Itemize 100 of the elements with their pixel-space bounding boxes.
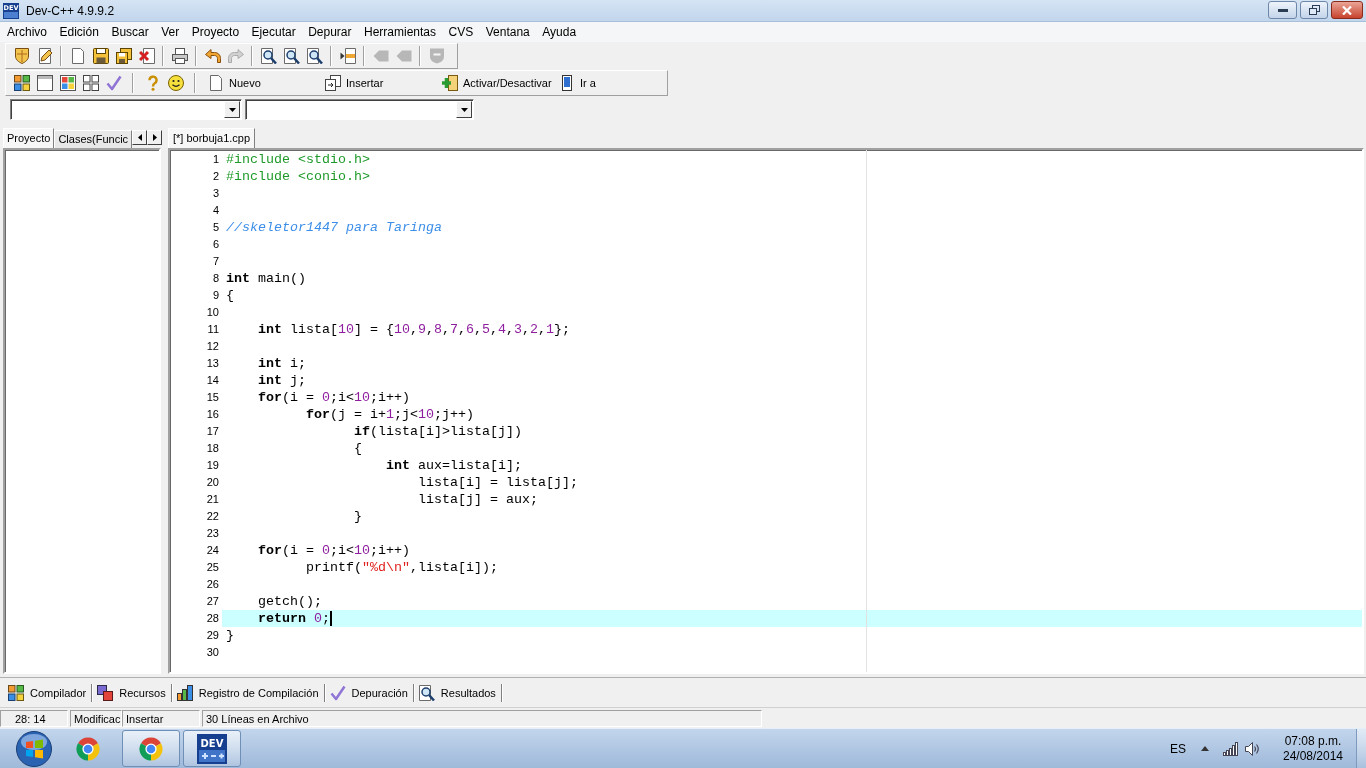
stacked-pages-icon bbox=[325, 75, 341, 91]
line-number: 23 bbox=[205, 526, 220, 541]
menu-item[interactable]: Ejecutar bbox=[245, 23, 303, 41]
cursor-position: 28: 14 bbox=[0, 709, 68, 727]
line-number: 16 bbox=[205, 407, 220, 422]
output-tab[interactable]: Registro de Compilación bbox=[172, 682, 324, 703]
language-indicator[interactable]: ES bbox=[1170, 741, 1186, 756]
menu-item[interactable]: Edición bbox=[53, 23, 106, 41]
page-pencil-icon[interactable] bbox=[36, 48, 53, 64]
menu-item[interactable]: Proyecto bbox=[185, 23, 246, 41]
code-line: if(lista[i]>lista[j]) bbox=[354, 423, 522, 440]
close-button[interactable] bbox=[1331, 1, 1363, 19]
toolbar-button[interactable]: Nuevo bbox=[203, 72, 320, 94]
output-tab[interactable]: Resultados bbox=[414, 682, 501, 703]
menu-item[interactable]: Archivo bbox=[1, 23, 54, 41]
code-line: for(i = 0;i<10;i++) bbox=[258, 389, 410, 406]
line-number: 19 bbox=[205, 458, 220, 473]
framed-squares-icon[interactable] bbox=[59, 75, 76, 91]
browser-icon[interactable] bbox=[76, 736, 100, 761]
panel-tab[interactable]: Proyecto bbox=[3, 128, 55, 148]
output-tab[interactable]: Recursos bbox=[93, 682, 171, 703]
dropdown-arrow-button[interactable] bbox=[456, 101, 472, 118]
line-number: 27 bbox=[205, 594, 220, 609]
app-icon: DEV bbox=[197, 733, 227, 764]
bar-chart-icon bbox=[176, 684, 193, 701]
code-line: int j; bbox=[258, 372, 306, 389]
code-line: int lista[10] = {10,9,8,7,6,5,4,3,2,1}; bbox=[258, 321, 570, 338]
line-number: 29 bbox=[205, 628, 220, 643]
shield-icon[interactable] bbox=[13, 48, 30, 64]
speaker-icon[interactable] bbox=[1245, 741, 1259, 756]
start-orb-icon[interactable] bbox=[16, 730, 52, 767]
menu-item[interactable]: Ayuda bbox=[536, 23, 583, 41]
code-line: { bbox=[226, 287, 234, 304]
code-line: } bbox=[226, 627, 234, 644]
code-line: for(i = 0;i<10;i++) bbox=[258, 542, 410, 559]
page-magnifier-icon[interactable] bbox=[306, 48, 323, 64]
tab-scroll-button[interactable] bbox=[132, 130, 148, 145]
page-cross-icon[interactable] bbox=[138, 48, 155, 64]
line-number: 30 bbox=[205, 645, 220, 660]
clock-time: 07:08 p.m. bbox=[1284, 733, 1342, 749]
checkmark-icon[interactable] bbox=[105, 75, 122, 91]
arrow-page-icon[interactable] bbox=[339, 48, 356, 64]
floppy-disks-icon[interactable] bbox=[115, 48, 132, 64]
plus-page-icon bbox=[442, 75, 458, 91]
code-line: int main() bbox=[226, 270, 306, 287]
code-line: } bbox=[354, 508, 362, 525]
restore-button[interactable] bbox=[1300, 1, 1328, 19]
page-magnifier-icon[interactable] bbox=[260, 48, 277, 64]
toolbar-button[interactable]: Ir a bbox=[554, 72, 671, 94]
dropdown-arrow-button[interactable] bbox=[224, 101, 240, 118]
modified-status: Modificac bbox=[70, 709, 122, 727]
close-icon bbox=[1342, 5, 1352, 15]
line-number: 5 bbox=[211, 220, 220, 235]
signal-bars-icon[interactable] bbox=[1223, 741, 1239, 756]
line-count-status: 30 Líneas en Archivo bbox=[202, 709, 762, 727]
output-tab[interactable]: Compilador bbox=[4, 682, 92, 703]
menu-item[interactable]: Depurar bbox=[302, 23, 358, 41]
menu-item[interactable]: CVS bbox=[442, 23, 480, 41]
grid-icon[interactable] bbox=[82, 75, 99, 91]
line-number: 20 bbox=[205, 475, 220, 490]
caret-up-icon[interactable] bbox=[1201, 746, 1209, 751]
text-cursor bbox=[330, 611, 332, 626]
restore-icon bbox=[1308, 5, 1320, 15]
line-number: 18 bbox=[205, 441, 220, 456]
code-line: getch(); bbox=[258, 593, 322, 610]
browser-icon bbox=[139, 736, 163, 761]
clock-date: 24/08/2014 bbox=[1282, 748, 1344, 764]
window-icon[interactable] bbox=[36, 75, 53, 91]
output-tab[interactable]: Depuración bbox=[325, 682, 413, 703]
four-squares-icon[interactable] bbox=[13, 75, 30, 91]
combo-box[interactable] bbox=[245, 99, 474, 120]
undo-arrow-icon[interactable] bbox=[204, 48, 221, 64]
caret-down-icon bbox=[228, 107, 236, 112]
file-tab[interactable]: [*] borbuja1.cpp bbox=[168, 128, 256, 148]
menu-item[interactable]: Buscar bbox=[105, 23, 156, 41]
line-number: 21 bbox=[205, 492, 220, 507]
overlapping-squares-icon bbox=[97, 684, 114, 701]
toolbar-button[interactable]: Activar/Desactivar bbox=[437, 72, 554, 94]
page-magnifier-icon bbox=[418, 684, 435, 701]
blank-page-icon bbox=[208, 75, 224, 91]
blank-page-icon[interactable] bbox=[69, 48, 86, 64]
printer-icon[interactable] bbox=[171, 48, 188, 64]
panel-tab[interactable]: Clases(Funcic bbox=[54, 130, 133, 148]
menu-item[interactable]: Herramientas bbox=[358, 23, 443, 41]
smiley-icon[interactable] bbox=[167, 75, 184, 91]
menu-item[interactable]: Ver bbox=[155, 23, 186, 41]
code-line: #include <conio.h> bbox=[226, 168, 370, 185]
taskbar-button[interactable]: DEV bbox=[183, 730, 241, 767]
line-number: 10 bbox=[205, 305, 220, 320]
toolbar-button[interactable]: Insertar bbox=[320, 72, 437, 94]
tab-scroll-button[interactable] bbox=[147, 130, 163, 145]
line-number: 24 bbox=[205, 543, 220, 558]
minimize-button[interactable] bbox=[1268, 1, 1297, 19]
page-magnifier-icon[interactable] bbox=[283, 48, 300, 64]
line-number: 14 bbox=[205, 373, 220, 388]
code-line: { bbox=[354, 440, 362, 457]
line-number: 8 bbox=[211, 271, 220, 286]
menu-item[interactable]: Ventana bbox=[479, 23, 537, 41]
combo-box[interactable] bbox=[10, 99, 242, 120]
taskbar-button[interactable] bbox=[122, 730, 180, 767]
